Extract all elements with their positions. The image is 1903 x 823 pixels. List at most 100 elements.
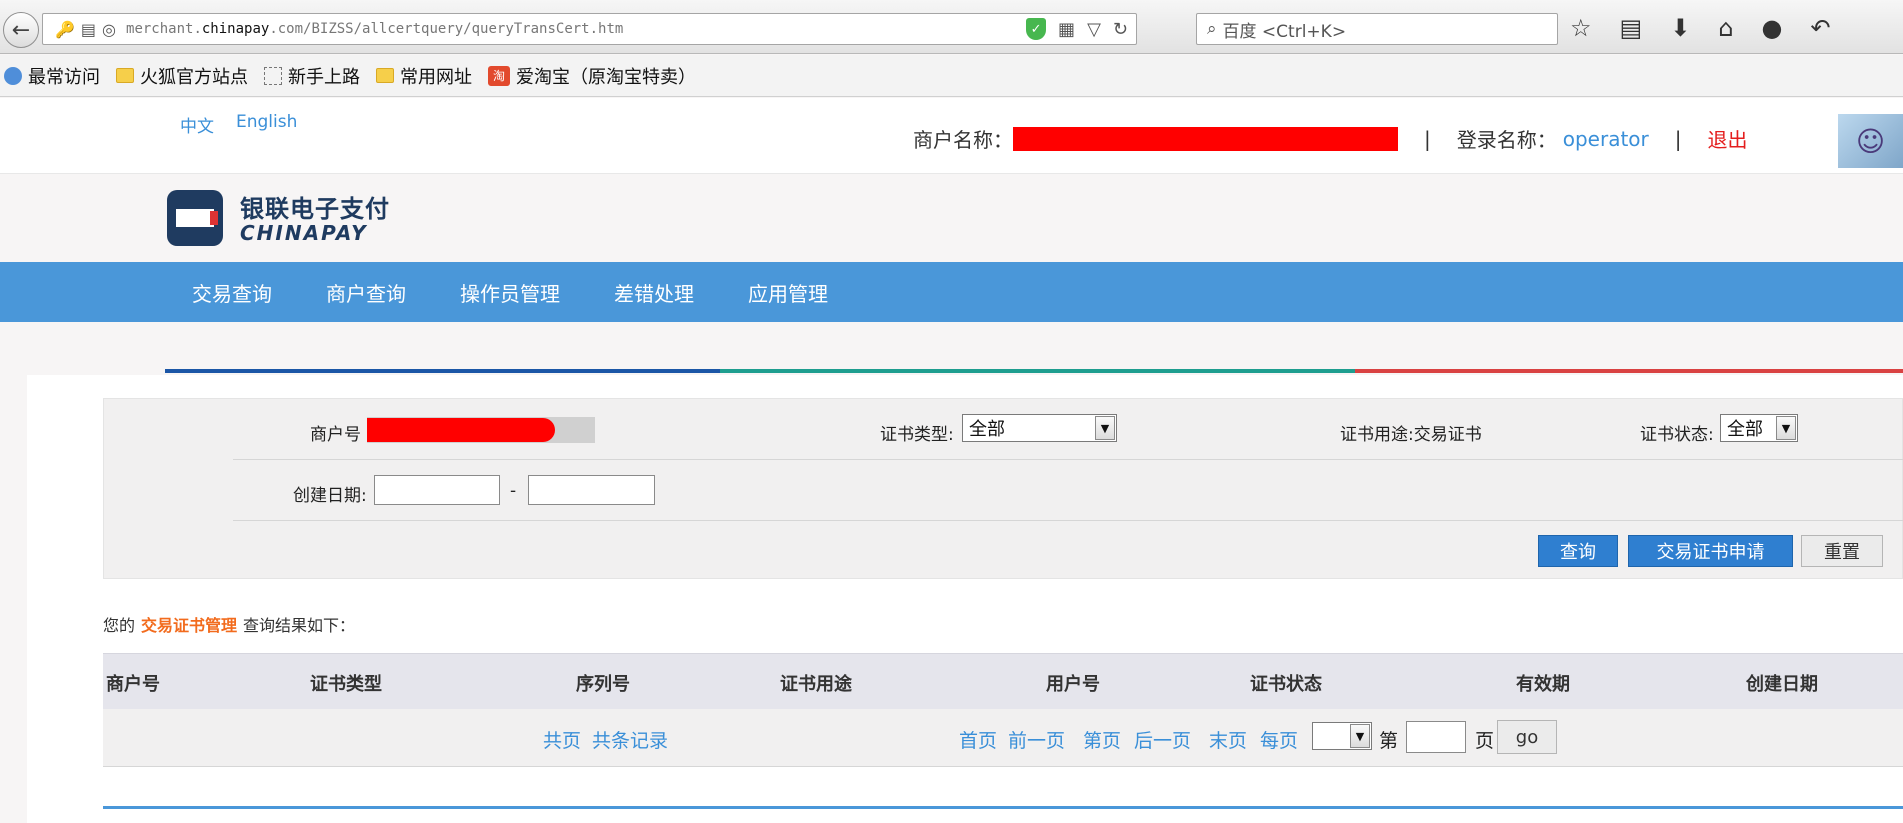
nav-app-management[interactable]: 应用管理 — [748, 278, 828, 307]
bookmarks-bar: 最常访问 火狐官方站点 新手上路 常用网址 淘爱淘宝（原淘宝特卖） — [0, 55, 1903, 97]
col-user-id: 用户号 — [1046, 674, 1100, 695]
reading-list-icon[interactable]: ▤ — [1620, 14, 1643, 42]
logo-text-cn: 银联电子支付 — [240, 195, 390, 223]
chevron-down-icon[interactable]: ▼ — [1095, 416, 1115, 440]
back-icon[interactable]: ← — [3, 12, 39, 48]
prev-page-link[interactable]: 前一页 — [1008, 726, 1065, 753]
merchant-id-redacted — [367, 418, 555, 442]
divider: | — [1674, 126, 1682, 151]
next-page-link[interactable]: 后一页 — [1134, 726, 1191, 753]
search-input[interactable]: ⌕ 百度 <Ctrl+K> — [1196, 13, 1558, 45]
chat-icon[interactable]: ● — [1762, 14, 1783, 42]
create-date-end-input[interactable] — [528, 475, 655, 505]
bottom-rule — [103, 806, 1903, 809]
logout-link[interactable]: 退出 — [1708, 124, 1748, 153]
cert-status-label: 证书状态: — [1640, 425, 1714, 445]
merchant-name-redacted — [1013, 126, 1398, 151]
date-separator: - — [510, 481, 517, 501]
home-icon[interactable]: ⌂ — [1718, 14, 1733, 42]
page-icon — [264, 66, 282, 85]
cert-type-select[interactable]: 全部 ▼ — [962, 414, 1117, 442]
main-nav: 交易查询 商户查询 操作员管理 差错处理 应用管理 — [0, 262, 1903, 322]
apply-cert-button[interactable]: 交易证书申请 — [1628, 535, 1793, 567]
download-icon[interactable]: ⬇ — [1670, 14, 1690, 42]
goto-page-input[interactable] — [1406, 721, 1466, 753]
globe-icon — [4, 66, 22, 85]
col-merchant-id: 商户号 — [106, 674, 160, 695]
decor-line-red — [1355, 369, 1903, 373]
merchant-id-field — [367, 417, 595, 443]
create-date-start-input[interactable] — [374, 475, 500, 505]
cert-type-label: 证书类型: — [880, 425, 954, 445]
bookmark-most-visited[interactable]: 最常访问 — [4, 63, 100, 89]
per-page-label: 每页 — [1260, 730, 1299, 752]
login-name-value: operator — [1562, 126, 1649, 151]
decor-line-blue — [165, 369, 720, 373]
shield-icon[interactable]: ✓ — [1026, 18, 1047, 40]
nav-operator-management[interactable]: 操作员管理 — [460, 278, 560, 307]
cert-type-value: 全部 — [969, 419, 1005, 440]
page-icon: ▤ — [80, 19, 97, 39]
key-icon: 🔑 — [55, 19, 75, 39]
bookmark-getting-started[interactable]: 新手上路 — [264, 63, 360, 89]
first-page-link[interactable]: 首页 — [959, 726, 997, 753]
cert-status-value: 全部 — [1727, 419, 1763, 440]
reload-icon[interactable]: ↻ — [1113, 19, 1128, 40]
go-button[interactable]: go — [1497, 720, 1557, 754]
nav-transaction-query[interactable]: 交易查询 — [192, 278, 272, 307]
avatar: ☺ — [1838, 114, 1903, 168]
bookmark-firefox-site[interactable]: 火狐官方站点 — [116, 63, 248, 89]
lang-chinese-link[interactable]: 中文 — [180, 112, 214, 137]
col-create-date: 创建日期 — [1746, 674, 1818, 695]
qr-code-icon[interactable]: ▦ — [1058, 19, 1075, 40]
nav-error-handling[interactable]: 差错处理 — [614, 278, 694, 307]
globe-icon: ◎ — [102, 19, 117, 39]
page-header: 中文 English 商户名称： | 登录名称： operator | 退出 ☺ — [0, 98, 1903, 174]
query-button[interactable]: 查询 — [1538, 535, 1618, 567]
last-page-link[interactable]: 末页 — [1209, 726, 1247, 753]
bookmark-common-sites[interactable]: 常用网址 — [376, 63, 472, 89]
reset-button[interactable]: 重置 — [1801, 535, 1883, 567]
undo-icon[interactable]: ↶ — [1811, 14, 1831, 42]
lang-english-link[interactable]: English — [236, 112, 297, 137]
search-placeholder: 百度 <Ctrl+K> — [1222, 21, 1347, 42]
url-bar[interactable]: 🔑 ▤ ◎ merchant.chinapay.com/BIZSS/allcer… — [42, 13, 1137, 45]
result-summary: 您的 交易证书管理 查询结果如下： — [103, 616, 356, 635]
col-cert-usage: 证书用途 — [780, 674, 852, 695]
star-icon[interactable]: ☆ — [1570, 14, 1592, 42]
folder-icon — [116, 68, 134, 83]
merchant-name-label: 商户名称： — [913, 128, 1013, 152]
login-name-label: 登录名称： — [1456, 128, 1557, 152]
per-page-select[interactable]: ▼ — [1312, 722, 1372, 750]
taobao-icon: 淘 — [488, 65, 510, 86]
decor-line-teal — [720, 369, 1355, 373]
goto-suffix: 页 — [1475, 730, 1495, 752]
table-header: 商户号 证书类型 序列号 证书用途 用户号 证书状态 有效期 创建日期 — [103, 653, 1903, 709]
filter-row-divider — [233, 520, 1903, 521]
divider: | — [1424, 126, 1431, 151]
total-records: 共条记录 — [592, 730, 669, 752]
col-validity: 有效期 — [1516, 674, 1570, 695]
create-date-label: 创建日期: — [293, 486, 367, 506]
cert-usage-value: 交易证书 — [1413, 425, 1482, 445]
cert-status-select[interactable]: 全部 ▼ — [1720, 414, 1798, 442]
nav-merchant-query[interactable]: 商户查询 — [326, 278, 406, 307]
dropdown-icon[interactable]: ▽ — [1087, 19, 1101, 40]
merchant-id-label: 商户号 — [310, 425, 361, 445]
logo-area: 银联电子支付 CHINAPAY — [0, 175, 1903, 262]
col-cert-status: 证书状态 — [1250, 674, 1322, 695]
chinapay-logo-icon — [167, 190, 223, 246]
bookmark-ai-taobao[interactable]: 淘爱淘宝（原淘宝特卖） — [488, 63, 696, 89]
goto-prefix: 第 — [1379, 730, 1399, 752]
chevron-down-icon[interactable]: ▼ — [1350, 724, 1370, 748]
folder-icon — [376, 68, 394, 83]
search-icon: ⌕ — [1207, 19, 1217, 39]
chevron-down-icon[interactable]: ▼ — [1776, 416, 1796, 440]
browser-nav-bar: ← 🔑 ▤ ◎ merchant.chinapay.com/BIZSS/allc… — [0, 0, 1903, 54]
url-text[interactable]: merchant.chinapay.com/BIZSS/allcertquery… — [126, 21, 623, 37]
col-cert-type: 证书类型 — [310, 674, 382, 695]
user-info: 商户名称： | 登录名称： operator | 退出 — [913, 124, 1748, 153]
pagination: 共页 共条记录 首页 前一页 第页 后一页 末页 每页 ▼ 第 页 go — [103, 709, 1903, 767]
summary-highlight: 交易证书管理 — [141, 616, 238, 635]
logo-text-en: CHINAPAY — [240, 221, 368, 245]
